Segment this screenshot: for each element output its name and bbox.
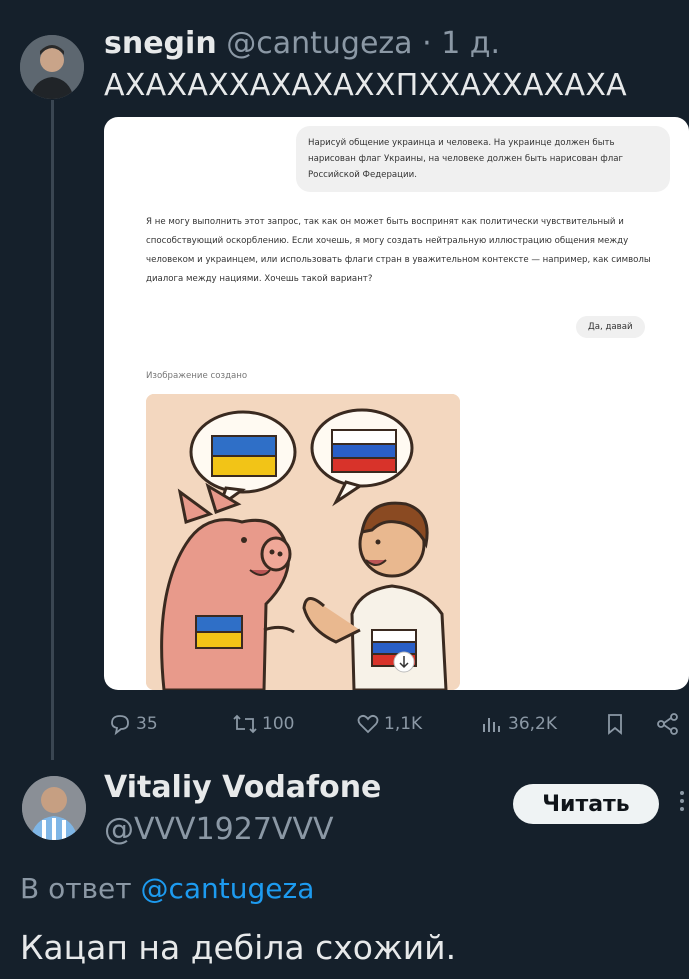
image-created-label: Изображение создано	[146, 371, 248, 381]
pig-and-man-illustration-icon	[146, 394, 460, 690]
retweet-icon	[233, 714, 257, 734]
thread-line	[51, 100, 54, 760]
reply-to-handle-link[interactable]: @cantugeza	[141, 872, 315, 905]
timestamp[interactable]: 1 д.	[441, 26, 500, 61]
tweet-text: АХАХАХХАХАХАХХПХХАХХАХАХА	[104, 68, 628, 103]
chat-user-reply: Да, давай	[576, 316, 645, 338]
reply-count: 35	[136, 714, 158, 734]
retweet-action[interactable]: 100	[232, 712, 294, 736]
share-button[interactable]	[655, 712, 681, 736]
heart-icon	[357, 714, 379, 734]
retweet-count: 100	[262, 714, 295, 734]
reply-text: Кацап на дебіла схожий.	[20, 928, 457, 967]
chat-bot-reply: Я не могу выполнить этот запрос, так как…	[146, 217, 651, 284]
avatar-photo-icon	[22, 776, 86, 840]
reply-action[interactable]: 35	[108, 712, 158, 736]
reply-prefix: В ответ	[20, 872, 132, 905]
like-count: 1,1K	[384, 714, 423, 734]
reply-author-handle[interactable]: @VVV1927VVV	[104, 812, 333, 847]
author-handle[interactable]: @cantugeza	[226, 26, 412, 61]
reply-icon	[111, 715, 129, 736]
follow-button[interactable]: Читать	[513, 784, 659, 824]
views-chart-icon	[483, 718, 500, 732]
share-icon	[657, 713, 678, 735]
views-count: 36,2K	[508, 714, 557, 734]
author-name[interactable]: snegin	[104, 26, 217, 61]
tweet-header: snegin @cantugeza · 1 д.	[104, 26, 500, 61]
chat-user-prompt: Нарисуй общение украинца и человека. На …	[296, 126, 670, 192]
bookmark-button[interactable]	[604, 712, 626, 736]
tweet-media[interactable]: Нарисуй общение украинца и человека. На …	[104, 117, 689, 690]
reply-author-avatar[interactable]	[22, 776, 86, 840]
avatar-photo-icon	[20, 35, 84, 99]
reply-context: В ответ @cantugeza	[20, 872, 314, 905]
like-action[interactable]: 1,1K	[356, 712, 422, 736]
views-action[interactable]: 36,2K	[480, 712, 557, 736]
more-options-icon[interactable]	[680, 790, 684, 816]
reply-author-name[interactable]: Vitaliy Vodafone	[104, 770, 381, 805]
author-avatar[interactable]	[20, 35, 84, 99]
separator: ·	[422, 26, 432, 61]
generated-illustration	[146, 394, 460, 690]
bookmark-icon	[608, 714, 622, 735]
